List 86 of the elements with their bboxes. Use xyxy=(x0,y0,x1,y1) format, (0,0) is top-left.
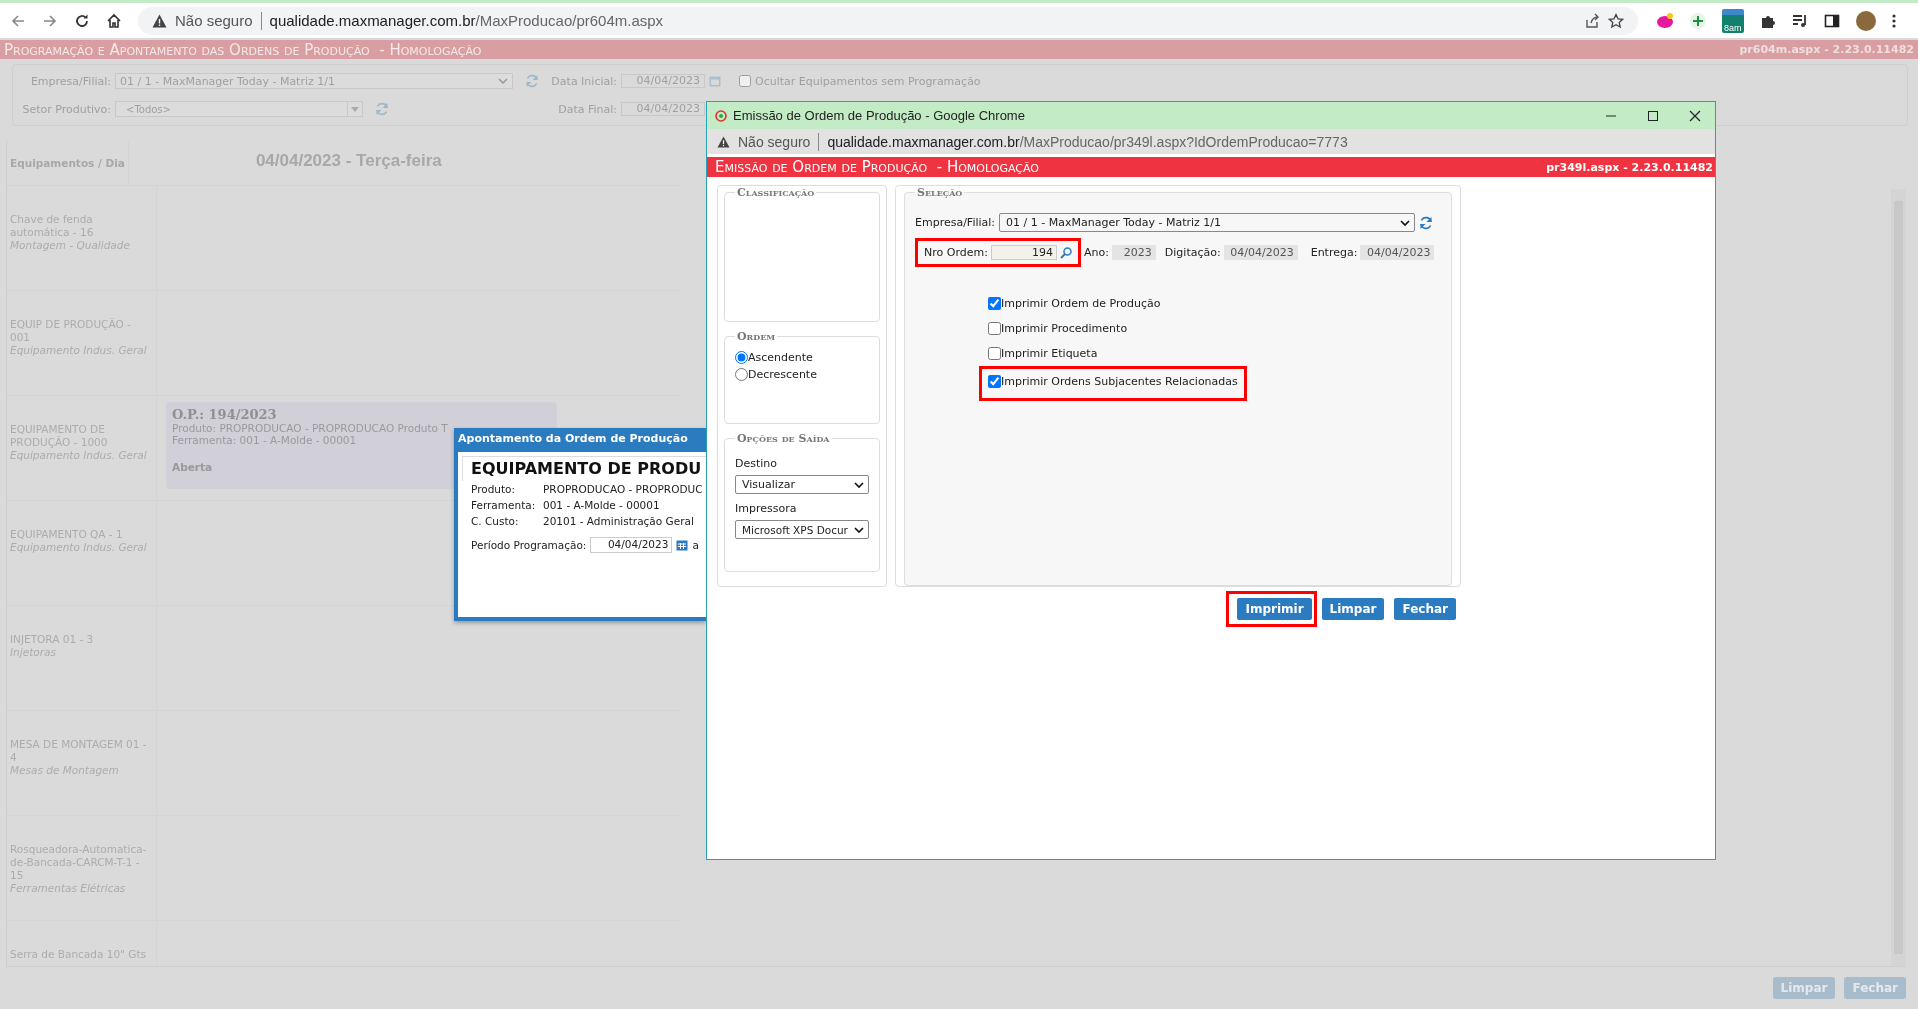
hide-checkbox[interactable] xyxy=(739,75,751,87)
delivery-date-label: Entrega: xyxy=(1310,246,1358,259)
plus-icon[interactable] xyxy=(1690,12,1706,29)
refresh-icon[interactable] xyxy=(1419,215,1434,230)
version-label: pr604m.aspx - 2.23.0.11482 xyxy=(1739,43,1914,56)
sector-label: Setor Produtivo: xyxy=(21,102,111,116)
radio-label: Decrescente xyxy=(748,368,817,381)
period-label: Período Programação: xyxy=(471,539,587,551)
checkbox[interactable] xyxy=(988,322,1001,335)
url-text: qualidade.maxmanager.com.br/MaxProducao/pr349l.aspx?IdOrdemProducao=7773 xyxy=(827,133,1348,150)
field-label: C. Custo: xyxy=(471,514,520,529)
action-button[interactable]: Imprimir xyxy=(1237,598,1312,620)
side-panel-icon[interactable] xyxy=(1823,12,1840,29)
extension-badge[interactable]: 8am xyxy=(1722,8,1744,33)
forward-icon[interactable] xyxy=(42,12,58,29)
home-icon[interactable] xyxy=(106,12,122,29)
close-icon[interactable] xyxy=(1689,109,1701,122)
option-label: Imprimir Ordens Subjacentes Relacionadas xyxy=(1001,375,1238,388)
page-title: Emissão de Ordem de Produção - Homologação xyxy=(715,158,1039,176)
warning-icon xyxy=(152,13,167,28)
maximize-icon[interactable] xyxy=(1647,109,1659,122)
destination-label: Destino xyxy=(735,457,779,470)
entry-date-field: 04/04/2023 xyxy=(1223,245,1298,260)
company-label: Empresa/Filial: xyxy=(915,216,996,229)
action-button[interactable]: Limpar xyxy=(1321,598,1385,620)
caret-icon xyxy=(1400,219,1411,226)
caret-icon xyxy=(498,78,508,84)
period-start-field[interactable]: 04/04/2023 xyxy=(590,537,673,553)
sort-radio[interactable] xyxy=(735,351,748,364)
equipment-heading: EQUIPAMENTO DE PRODU xyxy=(462,456,706,481)
destination-select[interactable]: Visualizar xyxy=(735,475,869,494)
back-icon[interactable] xyxy=(10,12,26,29)
extension-icon[interactable] xyxy=(1656,12,1674,29)
company-label: Empresa/Filial: xyxy=(29,74,111,88)
menu-icon[interactable] xyxy=(1891,12,1896,29)
caret-icon xyxy=(854,481,864,488)
security-label: Não seguro xyxy=(738,133,811,150)
security-label: Não seguro xyxy=(175,12,253,29)
reload-icon[interactable] xyxy=(74,12,90,29)
field-value: 20101 - Administração Geral xyxy=(543,514,694,529)
group-legend: Seleção xyxy=(915,186,965,199)
version-label: pr349l.aspx - 2.23.0.11482 xyxy=(1546,160,1713,174)
option-label: Imprimir Procedimento xyxy=(1001,322,1128,335)
caret-icon xyxy=(351,106,359,112)
year-label: Ano: xyxy=(1083,246,1109,259)
avatar[interactable] xyxy=(1855,10,1876,31)
year-field: 2023 xyxy=(1111,245,1156,260)
period-separator: a xyxy=(692,539,699,551)
checkbox[interactable] xyxy=(988,297,1001,310)
order-title: O.P.: 194/2023 xyxy=(172,407,277,422)
order-tool: Ferramenta: 001 - A-Molde - 00001 xyxy=(172,434,357,446)
option-label: Imprimir Etiqueta xyxy=(1001,347,1098,360)
company-select[interactable]: 01 / 1 - MaxManager Today - Matriz 1/1 xyxy=(999,213,1416,232)
url-text: qualidade.maxmanager.com.br/MaxProducao/pr604m.aspx xyxy=(269,12,664,29)
printer-label: Impressora xyxy=(735,502,798,515)
media-list-icon[interactable] xyxy=(1791,12,1808,29)
sort-radio[interactable] xyxy=(735,368,748,381)
order-status: Aberta xyxy=(172,461,213,473)
checkbox[interactable] xyxy=(988,375,1001,388)
window-title: Emissão de Ordem de Produção - Google Chrome xyxy=(733,108,1025,123)
field-value: 001 - A-Molde - 00001 xyxy=(543,498,660,513)
caret-icon xyxy=(854,526,864,533)
search-icon[interactable] xyxy=(1059,246,1072,259)
start-date-label: Data Inicial: xyxy=(550,74,617,88)
action-button[interactable]: Fechar xyxy=(1394,598,1456,620)
group-legend: Opções de Saída xyxy=(735,432,832,445)
star-icon[interactable] xyxy=(1608,12,1624,29)
hide-equipment-label: Ocultar Equipamentos sem Programação xyxy=(755,74,981,88)
order-product: Produto: PROPRODUCAO - PROPRODUCAO Produto T xyxy=(172,422,448,434)
page-title: Programação e Apontamento das Ordens de Produção - Homologação xyxy=(4,40,482,59)
calendar-icon[interactable] xyxy=(676,539,689,551)
entry-date-label: Digitação: xyxy=(1164,246,1221,259)
warning-icon xyxy=(717,135,730,148)
checkbox[interactable] xyxy=(988,347,1001,360)
order-number-field[interactable]: 194 xyxy=(990,245,1057,260)
address-bar[interactable]: Não seguro qualidade.maxmanager.com.br/MaxProducao/pr604m.aspx xyxy=(138,6,1638,35)
radio-label: Ascendente xyxy=(748,351,813,364)
delivery-date-field: 04/04/2023 xyxy=(1360,245,1435,260)
order-number-label: Nro Ordem: xyxy=(924,246,988,259)
field-label: Ferramenta: xyxy=(471,498,537,513)
printer-select[interactable]: Microsoft XPS Docur xyxy=(735,520,869,539)
option-label: Imprimir Ordem de Produção xyxy=(1001,297,1161,310)
end-date-label: Data Final: xyxy=(557,102,617,116)
share-icon[interactable] xyxy=(1584,12,1600,29)
group-legend: Ordem xyxy=(735,330,778,343)
group-legend: Classificação xyxy=(735,186,817,199)
